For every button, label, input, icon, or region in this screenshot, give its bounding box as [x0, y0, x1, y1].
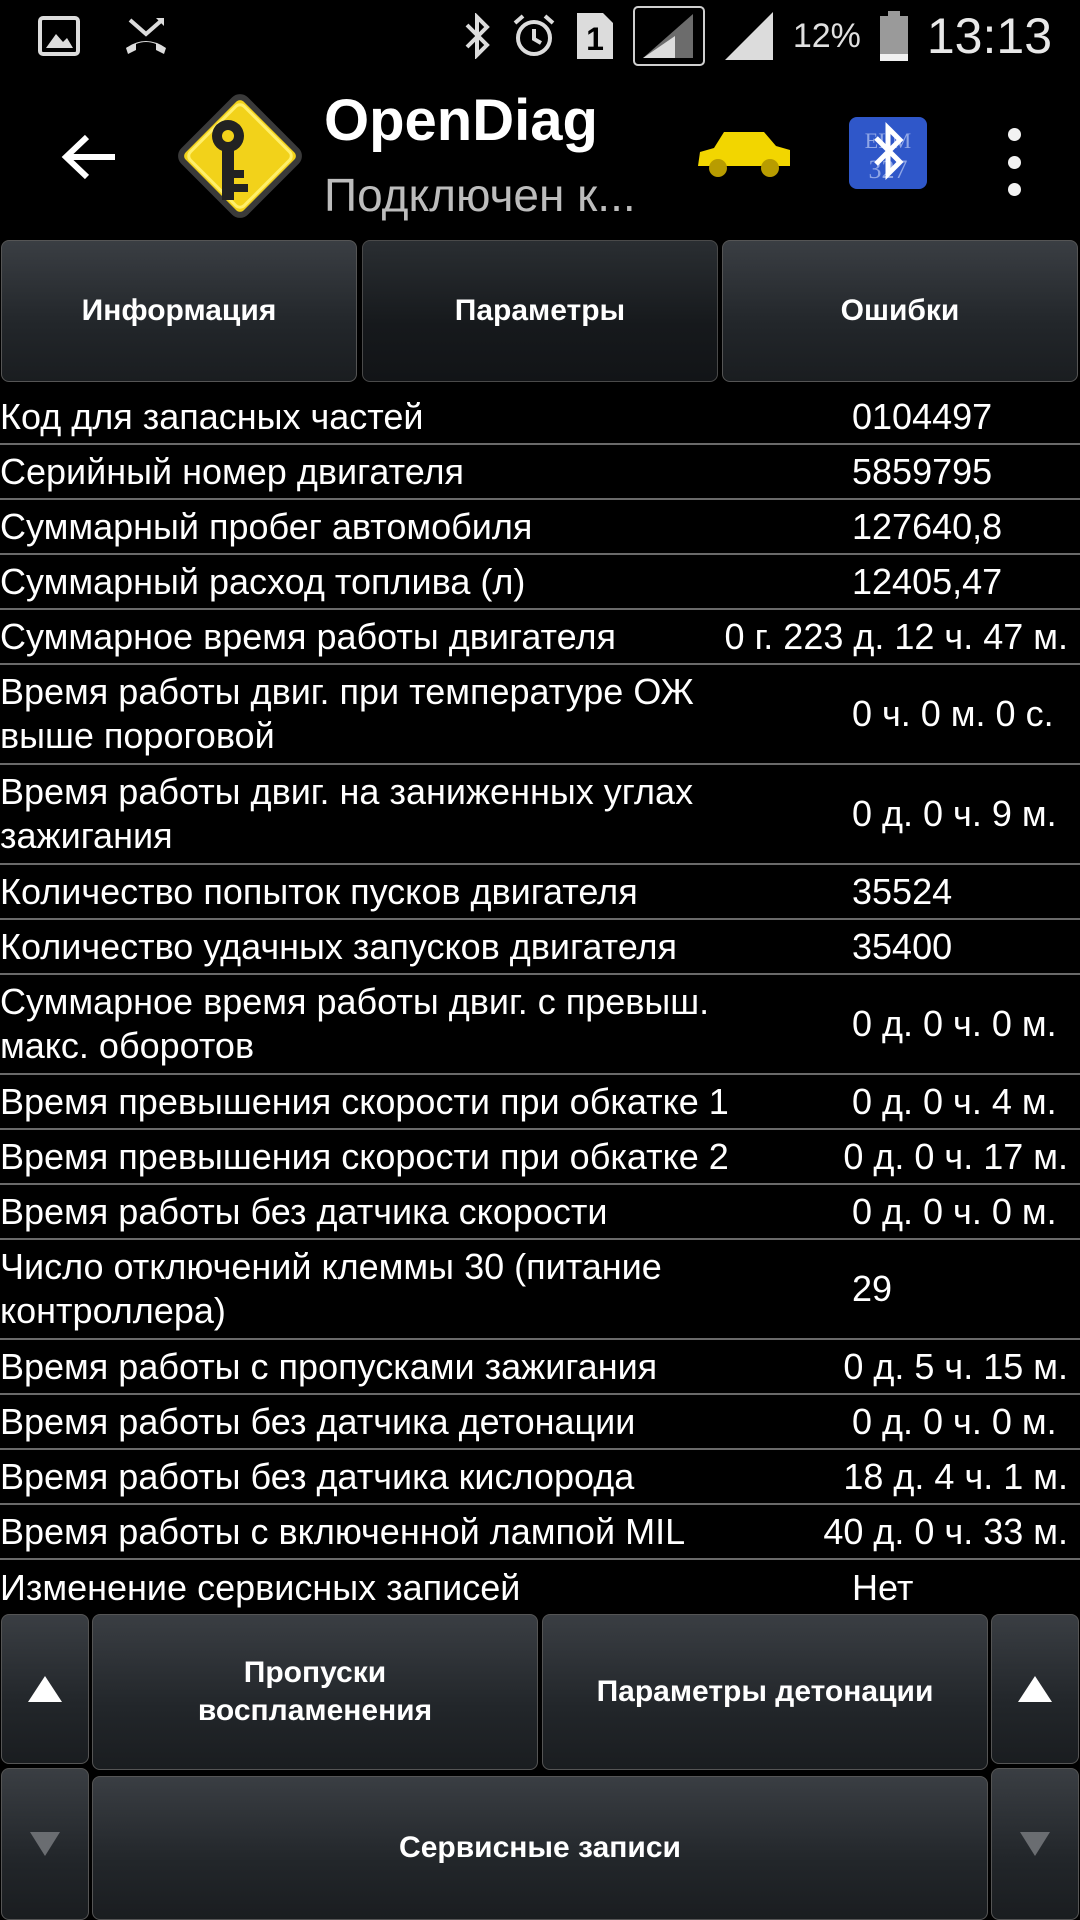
- param-label: Число отключений клеммы 30 (питание конт…: [0, 1246, 662, 1331]
- table-row: Суммарное время работы двигателя 0 г. 223…: [0, 610, 1080, 665]
- key-logo-icon: [178, 94, 302, 218]
- signal-icon: [632, 6, 705, 66]
- param-value: 0 д. 0 ч. 0 м.: [852, 1400, 1057, 1442]
- param-label: Время превышения скорости при обкатке 1: [0, 1080, 729, 1122]
- parameters-list[interactable]: Код для запасных частей 0104497 Серийный …: [0, 390, 1080, 1615]
- param-value: 18 д. 4 ч. 1 м.: [843, 1455, 1068, 1497]
- param-label: Время работы с пропусками зажигания: [0, 1345, 658, 1387]
- param-value: 40 д. 0 ч. 33 м.: [823, 1510, 1068, 1552]
- gallery-icon: [38, 16, 80, 56]
- app-title: OpenDiag: [324, 88, 598, 153]
- param-value: 12405,47: [852, 560, 1003, 602]
- param-label: Время работы без датчика скорости: [0, 1190, 608, 1232]
- table-row: Время работы с включенной лампой MIL 40 д…: [0, 1505, 1080, 1560]
- param-value: 35524: [852, 870, 953, 912]
- back-button[interactable]: [54, 122, 124, 192]
- bluetooth-icon: [463, 13, 493, 59]
- overflow-menu-button[interactable]: [992, 128, 1036, 196]
- tab-parameters[interactable]: Параметры: [362, 240, 718, 382]
- scroll-down-button-right[interactable]: [991, 1768, 1079, 1920]
- param-value: 127640,8: [852, 505, 1003, 547]
- table-row: Время работы без датчика кислорода 18 д. …: [0, 1450, 1080, 1505]
- scroll-up-button[interactable]: [1, 1614, 89, 1764]
- param-label: Время работы без датчика детонации: [0, 1400, 636, 1442]
- table-row: Время работы без датчика скорости 0 д. 0 …: [0, 1185, 1080, 1240]
- table-row: Время работы без датчика детонации 0 д. 0…: [0, 1395, 1080, 1450]
- table-row: Суммарное время работы двиг. с превыш. м…: [0, 975, 1080, 1075]
- arrow-down-icon: [30, 1832, 60, 1856]
- table-row: Суммарный пробег автомобиля 127640,8: [0, 500, 1080, 555]
- alarm-icon: [511, 13, 557, 59]
- param-label: Суммарный пробег автомобиля: [0, 505, 533, 547]
- tab-bar: Информация Параметры Ошибки: [0, 240, 1080, 384]
- param-value: 5859795: [852, 450, 993, 492]
- bluetooth-elm327-icon: ELM 327: [849, 117, 927, 189]
- param-label: Время работы без датчика кислорода: [0, 1455, 635, 1497]
- table-row: Код для запасных частей 0104497: [0, 390, 1080, 445]
- param-value: 0 д. 0 ч. 17 м.: [843, 1135, 1068, 1177]
- param-label: Время работы двиг. при температуре ОЖ вы…: [0, 671, 694, 756]
- table-row: Время работы двиг. на заниженных углах з…: [0, 765, 1080, 865]
- param-value: 0 д. 0 ч. 0 м.: [852, 1003, 1057, 1044]
- table-row: Изменение сервисных записей Нет: [0, 1560, 1080, 1615]
- param-label: Суммарное время работы двиг. с превыш. м…: [0, 981, 710, 1066]
- more-vert-icon: [1007, 128, 1021, 141]
- table-row: Количество попыток пусков двигателя 35524: [0, 865, 1080, 920]
- param-value: 0 д. 0 ч. 0 м.: [852, 1190, 1057, 1232]
- app-bar: OpenDiag Подключен к... ELM 327: [0, 72, 1080, 240]
- param-value: 0 ч. 0 м. 0 с.: [852, 693, 1054, 734]
- car-button[interactable]: [694, 122, 794, 184]
- table-row: Время работы двиг. при температуре ОЖ вы…: [0, 665, 1080, 765]
- arrow-up-icon: [28, 1676, 62, 1702]
- tab-information[interactable]: Информация: [1, 240, 357, 382]
- battery-percent: 12%: [792, 16, 861, 55]
- param-value: 0 д. 0 ч. 9 м.: [852, 793, 1057, 834]
- service-records-button[interactable]: Сервисные записи: [92, 1776, 988, 1920]
- param-value: 0 д. 0 ч. 4 м.: [852, 1080, 1057, 1122]
- battery-icon: [879, 10, 909, 62]
- scroll-up-button-right[interactable]: [991, 1614, 1079, 1764]
- param-label: Время работы с включенной лампой MIL: [0, 1510, 686, 1552]
- misfire-button[interactable]: Пропуски воспламенения: [92, 1614, 538, 1770]
- table-row: Число отключений клеммы 30 (питание конт…: [0, 1240, 1080, 1340]
- app-logo: [168, 84, 312, 228]
- missed-call-icon: [120, 14, 172, 58]
- param-label: Время работы двиг. на заниженных углах з…: [0, 771, 694, 856]
- svg-text:1: 1: [586, 21, 604, 57]
- param-value: 35400: [852, 925, 953, 967]
- param-label: Серийный номер двигателя: [0, 450, 465, 492]
- scroll-down-button[interactable]: [1, 1768, 89, 1920]
- car-icon: [698, 132, 790, 177]
- bluetooth-connect-button[interactable]: ELM 327: [848, 116, 928, 190]
- table-row: Время превышения скорости при обкатке 1 0…: [0, 1075, 1080, 1130]
- table-row: Количество удачных запусков двигателя 354…: [0, 920, 1080, 975]
- detonation-params-button[interactable]: Параметры детонации: [542, 1614, 988, 1770]
- arrow-down-icon: [1020, 1832, 1050, 1856]
- arrow-up-icon: [1018, 1676, 1052, 1702]
- status-bar: 1 12% 13:13: [0, 0, 1080, 72]
- table-row: Суммарный расход топлива (л) 12405,47: [0, 555, 1080, 610]
- param-label: Время превышения скорости при обкатке 2: [0, 1135, 729, 1177]
- param-label: Количество удачных запусков двигателя: [0, 925, 678, 967]
- tab-errors[interactable]: Ошибки: [722, 240, 1078, 382]
- param-value: 29: [852, 1268, 893, 1309]
- param-label: Количество попыток пусков двигателя: [0, 870, 638, 912]
- param-label: Изменение сервисных записей: [0, 1566, 521, 1608]
- table-row: Время превышения скорости при обкатке 2 0…: [0, 1130, 1080, 1185]
- connection-status: Подключен к...: [324, 169, 636, 221]
- clock: 13:13: [926, 8, 1052, 64]
- sim1-icon: 1: [575, 11, 615, 61]
- param-label: Код для запасных частей: [0, 395, 424, 437]
- table-row: Время работы с пропусками зажигания 0 д. …: [0, 1340, 1080, 1395]
- param-label: Суммарное время работы двигателя: [0, 615, 616, 657]
- param-label: Суммарный расход топлива (л): [0, 560, 526, 602]
- param-value: 0 г. 223 д. 12 ч. 47 м.: [724, 615, 1068, 657]
- param-value: Нет: [852, 1566, 914, 1608]
- signal-icon: [723, 10, 775, 62]
- table-row: Серийный номер двигателя 5859795: [0, 445, 1080, 500]
- param-value: 0104497: [852, 395, 993, 437]
- param-value: 0 д. 5 ч. 15 м.: [843, 1345, 1068, 1387]
- arrow-left-icon: [61, 134, 115, 180]
